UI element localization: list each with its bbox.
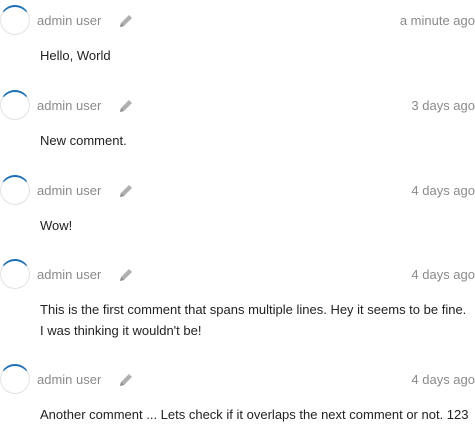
comment-timestamp: 4 days ago: [411, 183, 475, 198]
comment-timestamp: 4 days ago: [411, 267, 475, 282]
comment-author[interactable]: admin user: [37, 372, 101, 387]
pencil-icon[interactable]: [118, 267, 134, 283]
pencil-icon[interactable]: [118, 13, 134, 29]
pencil-icon[interactable]: [118, 372, 134, 388]
pencil-icon[interactable]: [118, 98, 134, 114]
comment-text: New comment.: [40, 133, 127, 148]
pencil-icon[interactable]: [118, 183, 134, 199]
comment-author[interactable]: admin user: [37, 13, 101, 28]
comment-author[interactable]: admin user: [37, 98, 101, 113]
comment-text: This is the first comment that spans mul…: [40, 302, 467, 338]
comment-author[interactable]: admin user: [37, 183, 101, 198]
avatar[interactable]: [0, 175, 30, 205]
comment-timestamp: a minute ago: [399, 13, 475, 28]
avatar[interactable]: [0, 90, 30, 120]
avatar[interactable]: [0, 5, 30, 35]
comment-timestamp: 4 days ago: [411, 372, 475, 387]
comment-text: Another comment ... Lets check if it ove…: [40, 407, 469, 422]
comment-author[interactable]: admin user: [37, 267, 101, 282]
avatar[interactable]: [0, 259, 30, 289]
avatar[interactable]: [0, 364, 30, 394]
comment-timestamp: 3 days ago: [411, 98, 475, 113]
comment-text: Hello, World: [40, 48, 111, 63]
comment-text: Wow!: [40, 218, 73, 233]
